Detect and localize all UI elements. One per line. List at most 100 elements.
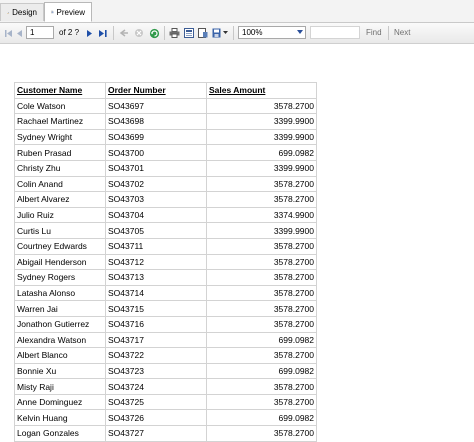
first-page-button[interactable] bbox=[3, 26, 13, 40]
order-number-cell: SO43724 bbox=[105, 378, 207, 395]
customer-name-cell: Warren Jai bbox=[14, 300, 106, 317]
stop-icon bbox=[135, 29, 143, 37]
sales-amount-cell: 699.0982 bbox=[206, 409, 317, 427]
table-row: Colin Anand SO43702 3578.2700 bbox=[14, 175, 317, 193]
last-page-button[interactable] bbox=[97, 26, 108, 40]
chevron-down-icon bbox=[297, 30, 303, 34]
order-number-cell: SO43715 bbox=[105, 300, 207, 317]
sales-amount-cell: 3578.2700 bbox=[206, 237, 317, 255]
order-number-cell: SO43703 bbox=[105, 191, 207, 208]
order-number-cell: SO43714 bbox=[105, 284, 207, 302]
previous-page-button[interactable] bbox=[14, 26, 24, 40]
refresh-button[interactable] bbox=[148, 26, 160, 40]
column-header-sales-amount[interactable]: Sales Amount bbox=[206, 82, 317, 99]
table-row: Albert Blanco SO43722 3578.2700 bbox=[14, 347, 317, 364]
customer-name-cell: Albert Blanco bbox=[14, 347, 106, 364]
sales-amount-cell: 699.0982 bbox=[206, 144, 317, 161]
page-count-label: of 2 ? bbox=[59, 28, 80, 37]
order-number-cell: SO43705 bbox=[105, 222, 207, 239]
order-number-cell: SO43698 bbox=[105, 113, 207, 130]
tab-preview-label: Preview bbox=[56, 7, 85, 17]
order-number-cell: SO43697 bbox=[105, 97, 207, 115]
toolbar-separator bbox=[388, 26, 389, 40]
next-page-icon bbox=[86, 29, 92, 37]
customer-name-cell: Christy Zhu bbox=[14, 159, 106, 177]
chevron-down-icon bbox=[223, 31, 228, 34]
page-number-input[interactable]: 1 bbox=[26, 26, 54, 39]
print-button[interactable] bbox=[168, 26, 180, 40]
report-toolbar: 1 of 2 ? 100% Find Next bbox=[0, 23, 474, 44]
find-link[interactable]: Find bbox=[366, 26, 382, 40]
report-canvas: Customer Name Order Number Sales Amount … bbox=[0, 44, 474, 442]
sales-amount-cell: 3578.2700 bbox=[206, 315, 317, 333]
table-row: Anne Dominguez SO43725 3578.2700 bbox=[14, 393, 317, 411]
print-layout-button[interactable] bbox=[183, 26, 195, 40]
sales-amount-cell: 3578.2700 bbox=[206, 284, 317, 302]
customer-name-cell: Anne Dominguez bbox=[14, 393, 106, 411]
export-icon bbox=[212, 28, 221, 38]
find-text-input[interactable] bbox=[310, 26, 360, 39]
design-icon bbox=[7, 11, 9, 14]
back-button[interactable] bbox=[118, 26, 130, 40]
order-number-cell: SO43711 bbox=[105, 237, 207, 255]
sales-amount-cell: 3578.2700 bbox=[206, 378, 317, 395]
table-row: Jonathon Gutierrez SO43716 3578.2700 bbox=[14, 315, 317, 333]
sales-amount-cell: 3399.9900 bbox=[206, 113, 317, 130]
tab-design[interactable]: Design bbox=[0, 3, 44, 21]
order-number-cell: SO43717 bbox=[105, 331, 207, 349]
table-row: Christy Zhu SO43701 3399.9900 bbox=[14, 159, 317, 177]
sales-amount-cell: 3578.2700 bbox=[206, 393, 317, 411]
refresh-icon bbox=[149, 28, 159, 38]
last-page-icon bbox=[98, 29, 107, 37]
order-number-cell: SO43723 bbox=[105, 362, 207, 380]
sales-amount-cell: 3578.2700 bbox=[206, 269, 317, 286]
customer-name-cell: Sydney Rogers bbox=[14, 269, 106, 286]
sales-amount-cell: 699.0982 bbox=[206, 331, 317, 349]
zoom-select[interactable]: 100% bbox=[238, 26, 306, 39]
report-table: Customer Name Order Number Sales Amount … bbox=[14, 82, 317, 442]
tab-preview[interactable]: Preview bbox=[44, 2, 92, 22]
page-setup-icon bbox=[198, 28, 208, 38]
customer-name-cell: Curtis Lu bbox=[14, 222, 106, 239]
zoom-value: 100% bbox=[242, 28, 263, 37]
table-row: Ruben Prasad SO43700 699.0982 bbox=[14, 144, 317, 161]
customer-name-cell: Rachael Martinez bbox=[14, 113, 106, 130]
customer-name-cell: Courtney Edwards bbox=[14, 237, 106, 255]
next-page-button[interactable] bbox=[84, 26, 94, 40]
table-row: Kelvin Huang SO43726 699.0982 bbox=[14, 409, 317, 427]
sales-amount-cell: 3578.2700 bbox=[206, 347, 317, 364]
stop-button[interactable] bbox=[133, 26, 145, 40]
customer-name-cell: Cole Watson bbox=[14, 97, 106, 115]
toolbar-separator bbox=[113, 26, 114, 40]
sales-amount-cell: 3578.2700 bbox=[206, 425, 317, 442]
order-number-cell: SO43699 bbox=[105, 128, 207, 146]
next-link[interactable]: Next bbox=[394, 26, 410, 40]
table-row: Warren Jai SO43715 3578.2700 bbox=[14, 300, 317, 317]
table-row: Bonnie Xu SO43723 699.0982 bbox=[14, 362, 317, 380]
order-number-cell: SO43716 bbox=[105, 315, 207, 333]
column-header-customer-name[interactable]: Customer Name bbox=[14, 82, 106, 99]
customer-name-cell: Colin Anand bbox=[14, 175, 106, 193]
table-row: Albert Alvarez SO43703 3578.2700 bbox=[14, 191, 317, 208]
customer-name-cell: Latasha Alonso bbox=[14, 284, 106, 302]
customer-name-cell: Abigail Henderson bbox=[14, 253, 106, 271]
customer-name-cell: Julio Ruiz bbox=[14, 206, 106, 224]
back-icon bbox=[119, 29, 128, 37]
previous-page-icon bbox=[16, 29, 22, 37]
sales-amount-cell: 3578.2700 bbox=[206, 191, 317, 208]
order-number-cell: SO43700 bbox=[105, 144, 207, 161]
view-tabstrip: Design Preview bbox=[0, 0, 474, 23]
customer-name-cell: Sydney Wright bbox=[14, 128, 106, 146]
sales-amount-cell: 3374.9900 bbox=[206, 206, 317, 224]
table-row: Rachael Martinez SO43698 3399.9900 bbox=[14, 113, 317, 130]
sales-amount-cell: 3399.9900 bbox=[206, 128, 317, 146]
table-row: Courtney Edwards SO43711 3578.2700 bbox=[14, 237, 317, 255]
tab-design-label: Design bbox=[12, 8, 37, 17]
customer-name-cell: Jonathon Gutierrez bbox=[14, 315, 106, 333]
customer-name-cell: Misty Raji bbox=[14, 378, 106, 395]
order-number-cell: SO43704 bbox=[105, 206, 207, 224]
column-header-order-number[interactable]: Order Number bbox=[105, 82, 207, 99]
order-number-cell: SO43701 bbox=[105, 159, 207, 177]
page-setup-button[interactable] bbox=[197, 26, 209, 40]
export-button[interactable] bbox=[211, 26, 229, 40]
